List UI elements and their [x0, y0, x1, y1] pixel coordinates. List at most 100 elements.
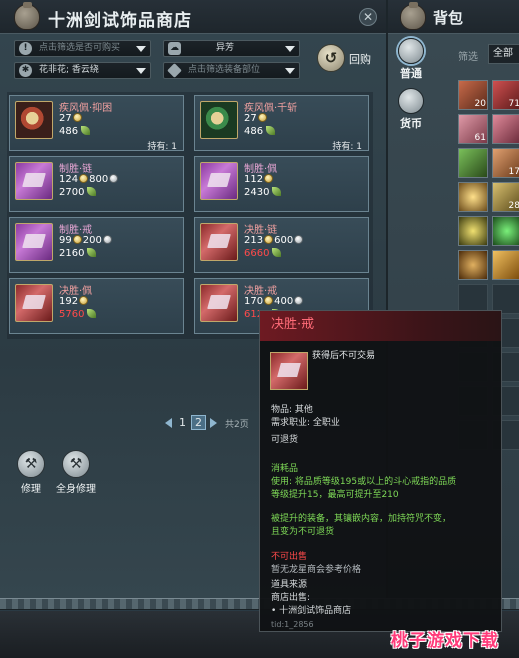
inventory-slot[interactable]: 28: [492, 182, 519, 212]
scroll-icon: [200, 223, 238, 261]
inventory-slot[interactable]: 20: [458, 80, 488, 110]
buyback-button[interactable]: ↺ 回购: [317, 44, 379, 74]
prev-page-arrow-icon[interactable]: [165, 418, 172, 428]
item-price: 99 200: [59, 235, 113, 246]
tooltip-shop-sold: 商店出售:: [271, 593, 311, 603]
inventory-slot[interactable]: [458, 216, 488, 246]
chevron-down-icon: [285, 46, 295, 52]
tooltip-note-line-1: 被提升的装备，其镶嵌内容，加持符咒不变，: [271, 514, 452, 524]
shop-item-card[interactable]: 疾风佩·抑困 27 486 持有: 1: [9, 95, 184, 152]
item-stock: 486: [244, 126, 276, 137]
chevron-down-icon: [136, 68, 146, 74]
close-button[interactable]: ✕: [359, 8, 377, 26]
gold-coin-icon: [264, 235, 274, 244]
grid-icon: [398, 38, 424, 64]
tooltip-tid: tid:1_2856: [271, 620, 314, 629]
site-watermark: 桃子游戏下载: [391, 631, 499, 651]
silver-coin-icon: [294, 235, 304, 244]
page-2-button[interactable]: 2: [191, 415, 206, 430]
item-name: 制胜·戒: [59, 225, 93, 236]
shop-item-card[interactable]: 制胜·佩 112 2430: [194, 156, 369, 212]
tooltip-shop-name: • 十洲剑试饰品商店: [271, 606, 352, 616]
slot-filter-dropdown[interactable]: 点击筛选装备部位: [163, 62, 300, 79]
inventory-slot[interactable]: [492, 216, 519, 246]
leaf-currency-icon: [87, 248, 97, 257]
leaf-currency-icon: [272, 248, 282, 257]
inventory-slot[interactable]: 61: [458, 114, 488, 144]
repair-all-button[interactable]: ⚒ 全身修理: [46, 450, 106, 495]
inventory-slot[interactable]: [458, 148, 488, 178]
item-price: 192: [59, 296, 89, 307]
tooltip-use-line-2: 等级提升15，最高可提升至210: [271, 490, 399, 500]
gold-coin-icon: [257, 113, 267, 122]
buyback-label: 回购: [349, 53, 371, 66]
tab-currency[interactable]: 货币: [395, 88, 427, 131]
tag-filter-dropdown[interactable]: ✱ 花非花; 香云绕: [14, 62, 151, 79]
inventory-slot[interactable]: [458, 250, 488, 280]
tooltip-not-sellable: 不可出售: [271, 552, 308, 562]
item-name: 决胜·佩: [59, 286, 93, 297]
leaf-currency-icon: [87, 309, 97, 318]
backpack-title: 背包: [433, 9, 464, 27]
coin-icon: [398, 88, 424, 114]
anvil-icon: ⚒: [62, 450, 90, 478]
shop-item-card[interactable]: 决胜·链 213 600 6660: [194, 217, 369, 273]
shop-item-card[interactable]: 决胜·佩 192 5760: [9, 278, 184, 334]
affordable-filter-label: 点击筛选是否可购买: [39, 43, 121, 53]
bag-filter-dropdown[interactable]: 全部: [488, 44, 519, 64]
leaf-currency-icon: [272, 187, 282, 196]
item-price: 213 600: [244, 235, 304, 246]
inventory-slot[interactable]: 71: [492, 80, 519, 110]
item-price: 112: [244, 174, 274, 185]
next-page-arrow-icon[interactable]: [210, 418, 217, 428]
scroll-icon: [200, 162, 238, 200]
item-name: 制胜·佩: [244, 164, 278, 175]
item-name: 疾风佩·千斩: [244, 103, 298, 114]
backpack-icon: [400, 2, 426, 30]
shop-item-card[interactable]: 疾风佩·千斩 27 486 持有: 1: [194, 95, 369, 152]
total-pages: 共2页: [225, 420, 249, 430]
item-price: 27: [59, 113, 83, 124]
buyback-icon: ↺: [317, 44, 345, 72]
leaf-currency-icon: [81, 126, 91, 135]
scroll-icon: [200, 284, 238, 322]
item-stock: 2430: [244, 187, 282, 198]
inventory-slot[interactable]: [492, 250, 519, 280]
tooltip-use-line-1: 使用: 将品质等级195或以上的斗心戒指的品质: [271, 477, 457, 487]
repair-all-label: 全身修理: [56, 484, 96, 495]
diamond-icon: [167, 63, 182, 78]
tab-normal[interactable]: 普通: [395, 38, 427, 81]
scroll-icon: [270, 352, 308, 390]
item-stock: 5760: [59, 309, 97, 320]
inventory-slot[interactable]: 17: [492, 148, 519, 178]
page-1-button[interactable]: 1: [179, 416, 186, 429]
affordable-filter-dropdown[interactable]: ! 点击筛选是否可购买: [14, 40, 151, 57]
item-stock: 2700: [59, 187, 97, 198]
silver-coin-icon: [102, 235, 112, 244]
tooltip-item-type: 物品: 其他: [271, 405, 313, 415]
shop-bag-icon: [14, 2, 40, 30]
hammer-icon: ⚒: [17, 450, 45, 478]
tab-currency-label: 货币: [400, 117, 422, 130]
tooltip-trade-status: 获得后不可交易: [312, 351, 376, 361]
item-tooltip: 决胜·戒 获得后不可交易 物品: 其他 需求职业: 全职业 可退货 消耗品 使用…: [259, 310, 502, 632]
gold-coin-icon: [79, 174, 89, 183]
class-filter-dropdown[interactable]: ☁ 异芳: [163, 40, 300, 57]
gold-coin-icon: [72, 113, 82, 122]
pendant-icon: [200, 101, 238, 139]
scroll-icon: [15, 284, 53, 322]
bag-filter-label: 筛选: [458, 52, 478, 63]
tag-icon: ✱: [19, 64, 32, 77]
inventory-slot[interactable]: [458, 182, 488, 212]
item-name: 疾风佩·抑困: [59, 103, 113, 114]
item-stock: 6660: [244, 248, 282, 259]
inventory-slot[interactable]: [492, 114, 519, 144]
owned-count: 持有: 1: [147, 142, 177, 152]
item-stock: 2160: [59, 248, 97, 259]
shop-item-card[interactable]: 制胜·链 124 800 2700: [9, 156, 184, 212]
cloud-icon: ☁: [168, 42, 181, 55]
shop-item-card[interactable]: 制胜·戒 99 200 2160: [9, 217, 184, 273]
item-price: 27: [244, 113, 268, 124]
silver-coin-icon: [294, 296, 304, 305]
info-icon: !: [19, 42, 32, 55]
